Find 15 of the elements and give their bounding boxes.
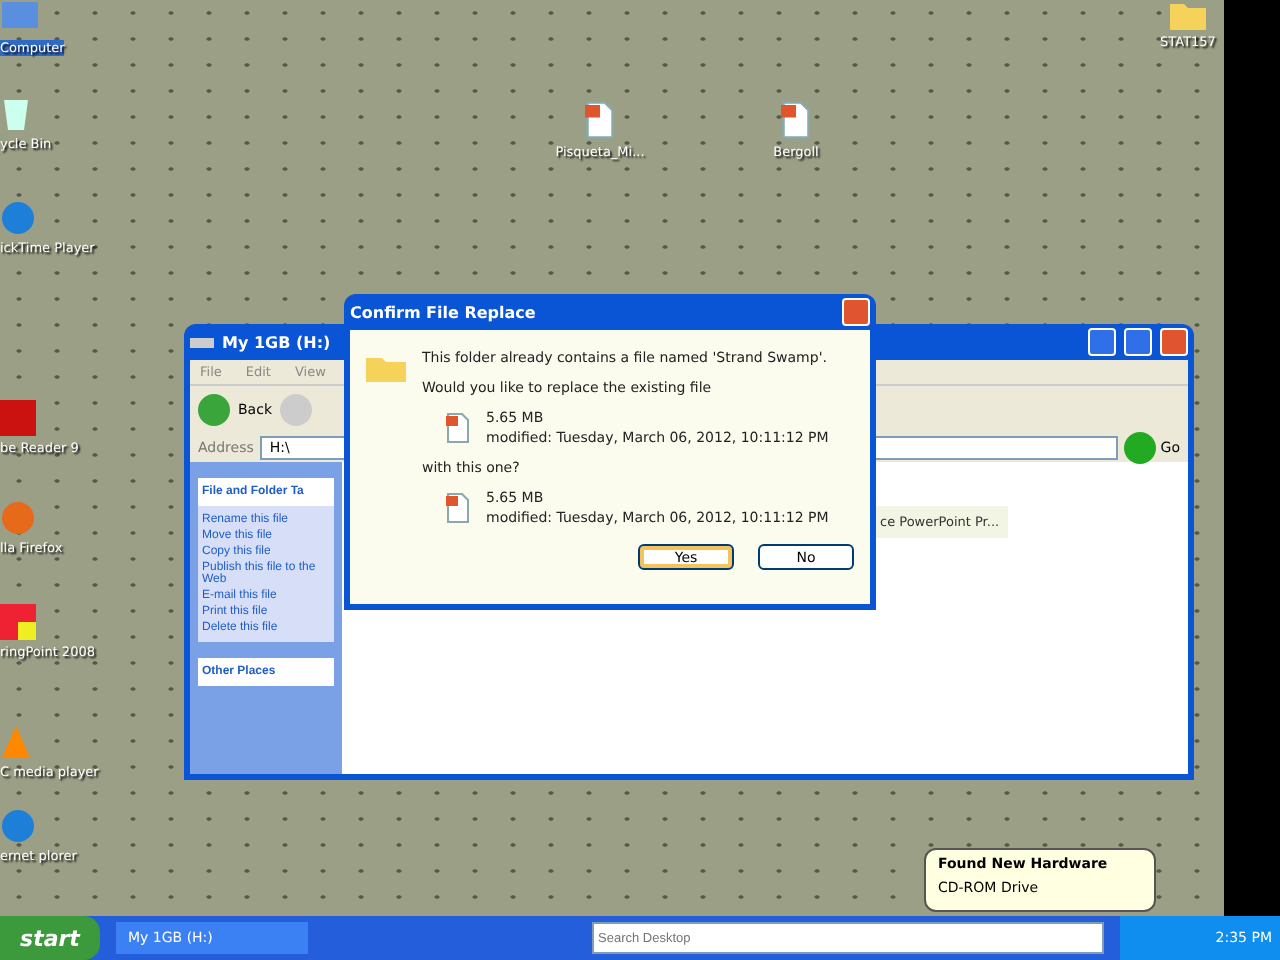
- folder-icon: [1170, 0, 1206, 30]
- start-button[interactable]: start: [0, 916, 100, 960]
- close-button[interactable]: [1160, 328, 1188, 356]
- minimize-button[interactable]: [1088, 328, 1116, 356]
- window-title: My 1GB (H:): [222, 333, 333, 351]
- document-icon: [776, 100, 816, 140]
- document-icon: [442, 492, 474, 524]
- drive-icon: [190, 334, 214, 350]
- close-button[interactable]: [842, 298, 870, 326]
- app-icon: [0, 604, 36, 640]
- dialog-title: Confirm File Replace: [350, 303, 538, 321]
- document-icon: [580, 100, 620, 140]
- maximize-button[interactable]: [1124, 328, 1152, 356]
- cone-icon: [0, 724, 32, 760]
- document-icon: [442, 412, 474, 444]
